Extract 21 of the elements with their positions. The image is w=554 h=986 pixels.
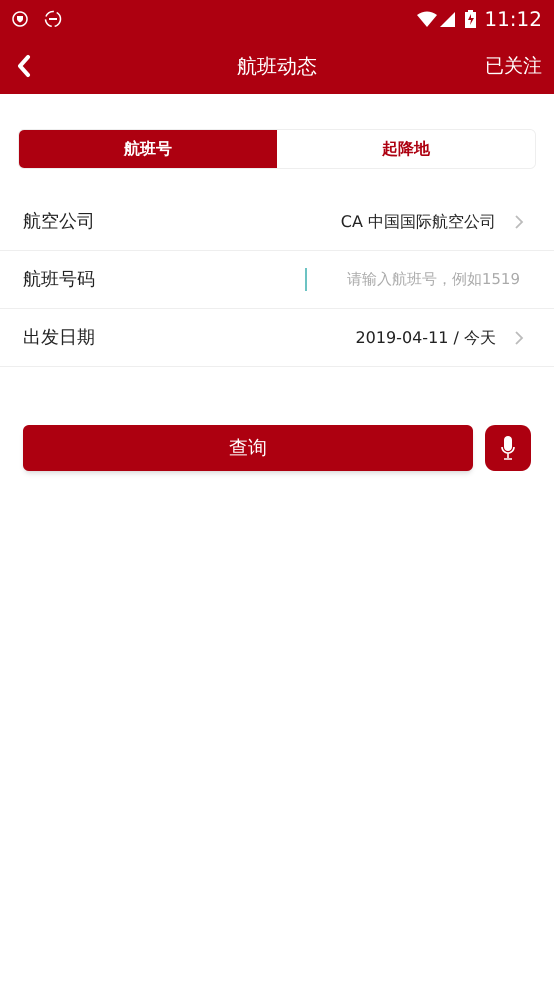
tab[interactable]: 航班号: [19, 130, 277, 168]
signal-icon: [439, 11, 456, 27]
battery-icon: [465, 10, 476, 28]
shield-icon: [12, 11, 28, 27]
field-label: 出发日期: [23, 326, 96, 350]
ring-icon: [44, 10, 62, 28]
field-label: 航班号码: [23, 268, 96, 292]
wifi-icon: [417, 11, 438, 27]
chevron-right-icon: [514, 330, 524, 346]
field-value[interactable]: 2019-04-11 / 今天: [355, 326, 496, 350]
microphone-icon: [501, 436, 515, 460]
back-icon[interactable]: [16, 54, 32, 78]
flight-number-field[interactable]: 请输入航班号，例如1519: [305, 268, 520, 291]
followed-link[interactable]: 已关注: [485, 52, 542, 80]
microphone-button[interactable]: [485, 425, 531, 471]
field-value[interactable]: CA 中国国际航空公司: [340, 210, 496, 234]
clock: 11:12: [484, 6, 542, 33]
search-button[interactable]: 查询: [23, 425, 473, 471]
field-label: 航空公司: [23, 210, 96, 234]
page-title: 航班动态: [237, 53, 317, 80]
chevron-right-icon: [514, 214, 524, 230]
